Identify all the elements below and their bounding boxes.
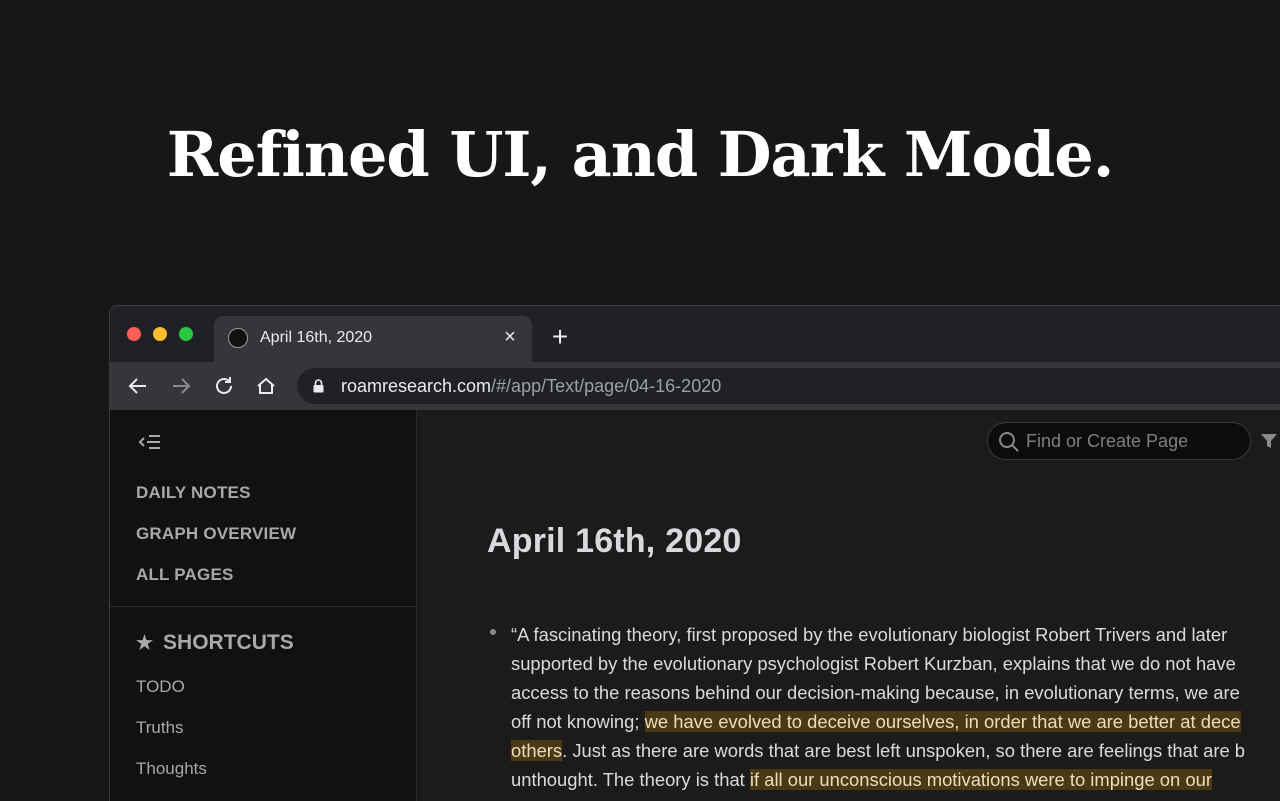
star-icon: ★ bbox=[136, 633, 154, 654]
block-line: off not knowing; we have evolved to dece… bbox=[511, 707, 1245, 736]
reload-icon[interactable] bbox=[209, 371, 239, 401]
main-content: April 16th, 2020 “A fascinating theory, … bbox=[417, 410, 1280, 801]
lock-icon bbox=[313, 379, 324, 393]
tab-close-icon[interactable]: × bbox=[499, 325, 521, 349]
close-window-button[interactable] bbox=[127, 327, 141, 341]
shortcut-thoughts[interactable]: Thoughts bbox=[136, 759, 207, 779]
filter-icon[interactable] bbox=[1260, 432, 1278, 450]
search-box[interactable] bbox=[987, 422, 1251, 460]
sidebar-item-graph-overview[interactable]: GRAPH OVERVIEW bbox=[136, 524, 296, 544]
url-path: /#/app/Text/page/04-16-2020 bbox=[491, 376, 722, 396]
shortcuts-title: SHORTCUTS bbox=[163, 631, 294, 654]
block-text: “A fascinating theory, first proposed by… bbox=[511, 624, 1228, 645]
text-block[interactable]: “A fascinating theory, first proposed by… bbox=[511, 620, 1245, 794]
highlighted-text: we have evolved to deceive ourselves, in… bbox=[644, 711, 1241, 732]
block-line: unthought. The theory is that if all our… bbox=[511, 765, 1245, 794]
tab-title: April 16th, 2020 bbox=[260, 329, 373, 346]
shortcut-truths[interactable]: Truths bbox=[136, 718, 184, 738]
block-line: access to the reasons behind our decisio… bbox=[511, 678, 1245, 707]
browser-tab[interactable]: April 16th, 2020 × bbox=[214, 316, 532, 362]
search-icon bbox=[999, 432, 1019, 452]
back-arrow-icon[interactable] bbox=[123, 371, 153, 401]
roam-favicon-icon bbox=[228, 328, 248, 348]
shortcuts-heading: ★ SHORTCUTS bbox=[136, 631, 294, 655]
minimize-window-button[interactable] bbox=[153, 327, 167, 341]
browser-window: April 16th, 2020 × + roamresearch.com/#/… bbox=[109, 305, 1280, 801]
sidebar-item-all-pages[interactable]: ALL PAGES bbox=[136, 565, 234, 585]
sidebar-item-daily-notes[interactable]: DAILY NOTES bbox=[136, 483, 251, 503]
maximize-window-button[interactable] bbox=[179, 327, 193, 341]
block-text: off not knowing; bbox=[511, 711, 645, 732]
block-text: access to the reasons behind our decisio… bbox=[511, 682, 1240, 703]
block-text: supported by the evolutionary psychologi… bbox=[511, 653, 1236, 674]
browser-toolbar: roamresearch.com/#/app/Text/page/04-16-2… bbox=[110, 362, 1280, 410]
sidebar-divider bbox=[110, 606, 416, 607]
block-text: . Just as there are words that are best … bbox=[562, 740, 1246, 761]
headline: Refined UI, and Dark Mode. bbox=[166, 118, 1115, 191]
collapse-sidebar-icon[interactable] bbox=[138, 432, 162, 452]
block-bullet[interactable] bbox=[490, 629, 496, 635]
block-line: supported by the evolutionary psychologi… bbox=[511, 649, 1245, 678]
tab-bar: April 16th, 2020 × + bbox=[110, 306, 1280, 362]
block-line: “A fascinating theory, first proposed by… bbox=[511, 620, 1245, 649]
block-line: others. Just as there are words that are… bbox=[511, 736, 1245, 765]
url-text: roamresearch.com/#/app/Text/page/04-16-2… bbox=[341, 376, 721, 397]
block-text: unthought. The theory is that bbox=[511, 769, 750, 790]
highlighted-text: if all our unconscious motivations were … bbox=[749, 769, 1212, 790]
shortcut-todo[interactable]: TODO bbox=[136, 677, 185, 697]
address-bar[interactable]: roamresearch.com/#/app/Text/page/04-16-2… bbox=[297, 368, 1280, 404]
highlighted-text: others bbox=[511, 740, 563, 761]
left-sidebar: DAILY NOTES GRAPH OVERVIEW ALL PAGES ★ SH… bbox=[110, 410, 417, 801]
forward-arrow-icon[interactable] bbox=[166, 371, 196, 401]
new-tab-button[interactable]: + bbox=[548, 322, 572, 352]
search-input[interactable] bbox=[1026, 429, 1236, 453]
page-title: April 16th, 2020 bbox=[487, 522, 742, 560]
home-icon[interactable] bbox=[251, 371, 281, 401]
url-host: roamresearch.com bbox=[341, 376, 492, 396]
